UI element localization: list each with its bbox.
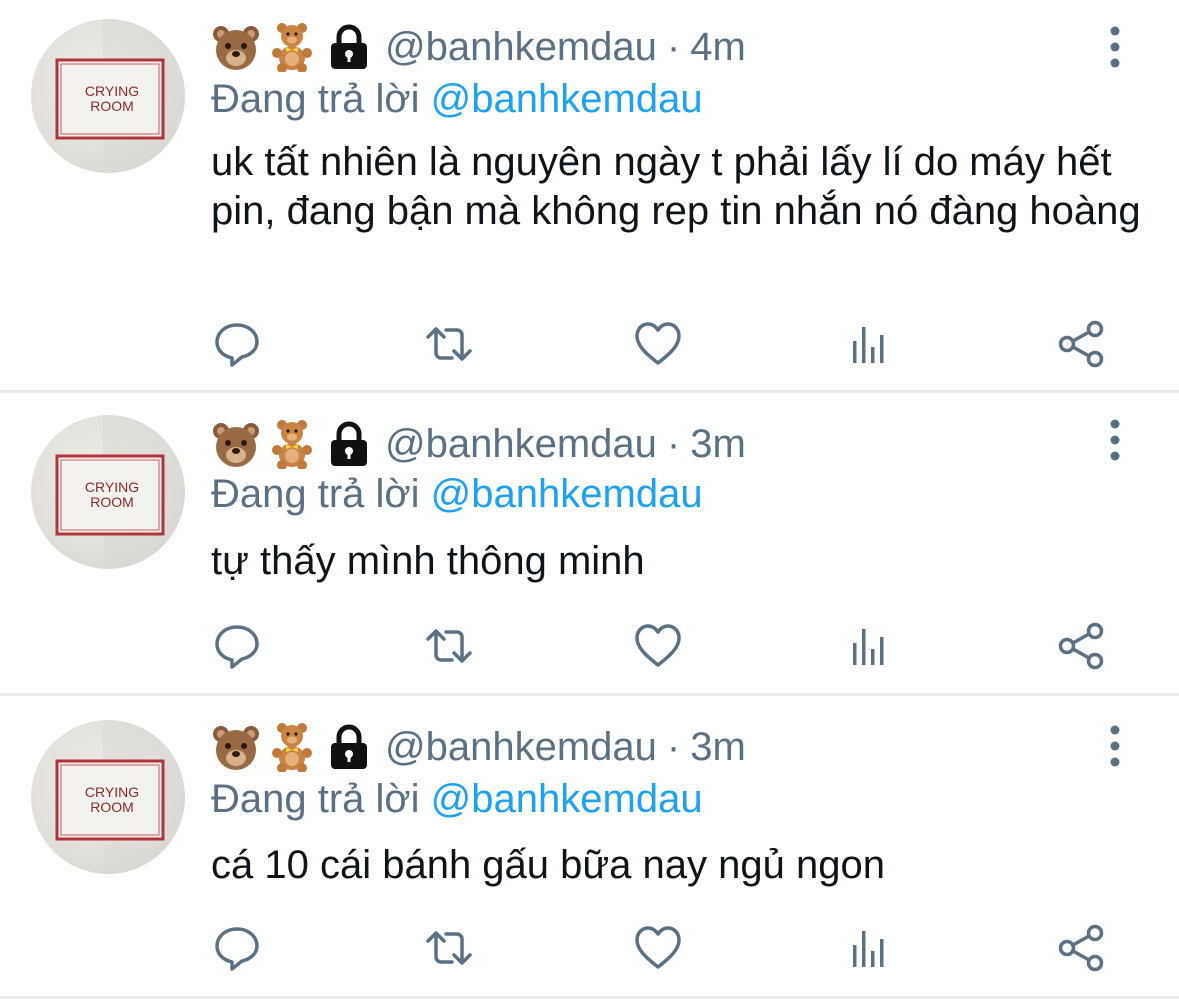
avatar[interactable]: CRYING ROOM — [31, 720, 185, 874]
tweet-actions — [0, 319, 1179, 369]
tweet-header: @banhkemdau · 3m — [211, 416, 746, 472]
tweet-header: @banhkemdau · 4m — [211, 19, 746, 75]
lock-icon — [327, 22, 371, 72]
teddy-bear-icon — [267, 722, 317, 772]
avatar[interactable]: CRYING ROOM — [31, 415, 185, 569]
retweet-icon[interactable] — [424, 319, 474, 369]
replying-to-handle[interactable]: @banhkemdau — [431, 777, 703, 821]
more-options-icon[interactable] — [1103, 724, 1127, 768]
bear-face-icon — [211, 22, 261, 72]
lock-icon — [327, 722, 371, 772]
reply-icon[interactable] — [212, 923, 262, 973]
avatar[interactable]: CRYING ROOM — [31, 19, 185, 173]
replying-to-label: Đang trả lời — [211, 472, 420, 516]
more-options-icon[interactable] — [1103, 25, 1127, 69]
tweet[interactable]: CRYING ROOM — [0, 0, 1179, 393]
reply-icon[interactable] — [212, 319, 262, 369]
lock-icon — [327, 419, 371, 469]
tweet[interactable]: CRYING ROOM — [0, 393, 1179, 696]
separator-dot: · — [666, 724, 681, 769]
tweet-text: tự thấy mình thông minh — [211, 539, 645, 583]
share-icon[interactable] — [1057, 923, 1107, 973]
like-icon[interactable] — [633, 621, 683, 671]
tweet-text: cá 10 cái bánh gấu bữa nay ngủ ngon — [211, 843, 885, 887]
bear-face-icon — [211, 419, 261, 469]
tweet-text: uk tất nhiên là nguyên ngày t phải lấy l… — [211, 140, 1141, 233]
replying-to-handle[interactable]: @banhkemdau — [431, 472, 703, 516]
tweet-handle[interactable]: @banhkemdau — [385, 725, 657, 770]
share-icon[interactable] — [1057, 621, 1107, 671]
tweet-time[interactable]: 4m — [690, 25, 746, 70]
separator-dot: · — [666, 421, 681, 466]
reply-icon[interactable] — [212, 621, 262, 671]
tweet[interactable]: CRYING ROOM — [0, 696, 1179, 999]
tweet-handle[interactable]: @banhkemdau — [385, 422, 657, 467]
avatar-sign-line-2: ROOM — [90, 494, 134, 510]
separator-dot: · — [666, 24, 681, 69]
tweet-header: @banhkemdau · 3m — [211, 719, 746, 775]
share-icon[interactable] — [1057, 319, 1107, 369]
avatar-sign-line-2: ROOM — [90, 799, 134, 815]
tweet-actions — [0, 923, 1179, 973]
bear-face-icon — [211, 722, 261, 772]
replying-to: Đang trả lời @banhkemdau — [211, 469, 703, 519]
analytics-icon[interactable] — [845, 621, 895, 671]
avatar-sign-line-2: ROOM — [90, 98, 134, 114]
replying-to-label: Đang trả lời — [211, 77, 420, 121]
retweet-icon[interactable] — [424, 621, 474, 671]
retweet-icon[interactable] — [424, 923, 474, 973]
analytics-icon[interactable] — [845, 923, 895, 973]
replying-to: Đang trả lời @banhkemdau — [211, 774, 703, 824]
avatar-sign-line-1: CRYING — [85, 784, 139, 800]
analytics-icon[interactable] — [845, 319, 895, 369]
tweet-time[interactable]: 3m — [690, 422, 746, 467]
replying-to-label: Đang trả lời — [211, 777, 420, 821]
replying-to: Đang trả lời @banhkemdau — [211, 74, 703, 124]
tweet-time[interactable]: 3m — [690, 725, 746, 770]
avatar-sign-line-1: CRYING — [85, 83, 139, 99]
like-icon[interactable] — [633, 923, 683, 973]
more-options-icon[interactable] — [1103, 418, 1127, 462]
teddy-bear-icon — [267, 22, 317, 72]
like-icon[interactable] — [633, 319, 683, 369]
teddy-bear-icon — [267, 419, 317, 469]
tweet-feed: CRYING ROOM @banhkemdau · 4m Đang trả lờ… — [0, 0, 1179, 999]
tweet-handle[interactable]: @banhkemdau — [385, 25, 657, 70]
replying-to-handle[interactable]: @banhkemdau — [431, 77, 703, 121]
avatar-sign-line-1: CRYING — [85, 479, 139, 495]
tweet-actions — [0, 621, 1179, 671]
